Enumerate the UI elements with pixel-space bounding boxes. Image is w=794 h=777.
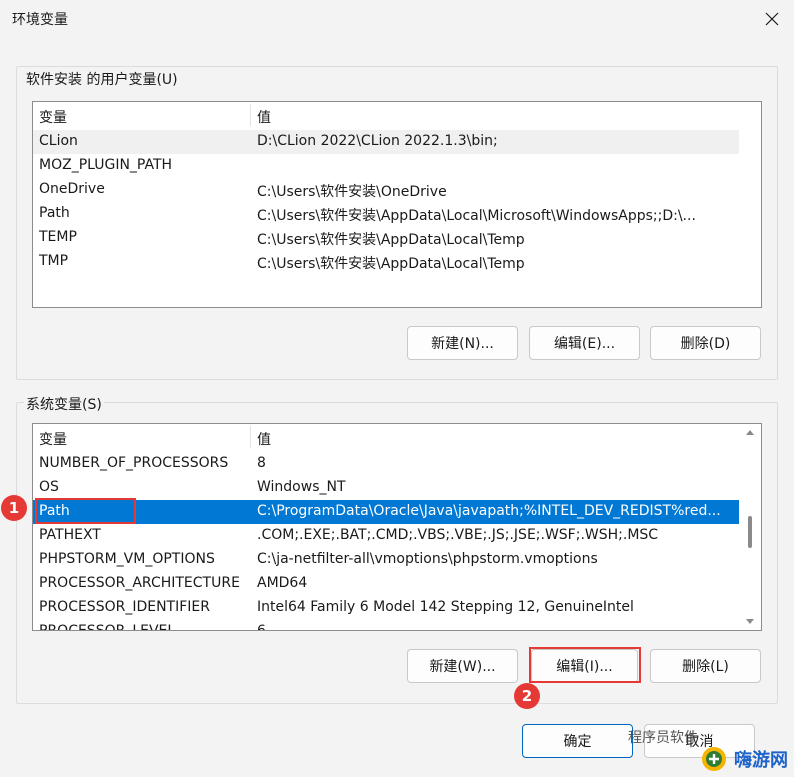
list-item[interactable]: PROCESSOR_LEVEL 6 bbox=[33, 620, 739, 631]
variable-value: C:\Users\软件安装\OneDrive bbox=[257, 184, 447, 200]
variable-name: PROCESSOR_ARCHITECTURE bbox=[39, 575, 240, 591]
user-edit-button[interactable]: 编辑(E)... bbox=[529, 326, 640, 360]
close-button[interactable] bbox=[758, 6, 786, 32]
list-item[interactable]: CLion D:\CLion 2022\CLion 2022.1.3\bin; bbox=[33, 130, 739, 154]
variable-value: D:\CLion 2022\CLion 2022.1.3\bin; bbox=[257, 133, 498, 149]
vertical-scrollbar[interactable] bbox=[746, 424, 754, 630]
variable-name: PATHEXT bbox=[39, 527, 101, 543]
system-delete-button[interactable]: 删除(L) bbox=[650, 649, 761, 683]
variable-name: TEMP bbox=[39, 229, 77, 245]
title-bar: 环境变量 bbox=[0, 0, 794, 38]
list-header: 变量 值 bbox=[33, 424, 761, 450]
list-item[interactable]: PATHEXT .COM;.EXE;.BAT;.CMD;.VBS;.VBE;.J… bbox=[33, 524, 739, 548]
scroll-down-icon[interactable] bbox=[746, 618, 754, 626]
user-new-button[interactable]: 新建(N)... bbox=[407, 326, 518, 360]
variable-value: C:\Users\软件安装\AppData\Local\Microsoft\Wi… bbox=[257, 208, 696, 224]
ok-button[interactable]: 确定 bbox=[522, 724, 633, 758]
variable-value: 6 bbox=[257, 623, 266, 631]
user-variables-list[interactable]: 变量 值 CLion D:\CLion 2022\CLion 2022.1.3\… bbox=[32, 101, 762, 308]
close-icon bbox=[765, 12, 779, 26]
variable-value: C:\Users\软件安装\AppData\Local\Temp bbox=[257, 232, 525, 248]
list-item[interactable]: TEMP C:\Users\软件安装\AppData\Local\Temp bbox=[33, 226, 739, 250]
system-variables-label: 系统变量(S) bbox=[24, 394, 104, 414]
column-header-value[interactable]: 值 bbox=[257, 429, 271, 449]
edit-highlight-box bbox=[529, 647, 641, 683]
variable-name: PHPSTORM_VM_OPTIONS bbox=[39, 551, 215, 567]
variable-value: Intel64 Family 6 Model 142 Stepping 12, … bbox=[257, 599, 634, 615]
window-title: 环境变量 bbox=[12, 12, 68, 28]
list-item[interactable]: PROCESSOR_IDENTIFIER Intel64 Family 6 Mo… bbox=[33, 596, 739, 620]
variable-name: NUMBER_OF_PROCESSORS bbox=[39, 455, 229, 471]
list-header: 变量 值 bbox=[33, 102, 761, 128]
annotation-marker-1: 1 bbox=[1, 495, 27, 521]
watermark-subtext: 程序员软件 bbox=[628, 730, 698, 746]
watermark-text: 嗨游网 bbox=[734, 750, 788, 771]
column-header-value[interactable]: 值 bbox=[257, 107, 271, 127]
annotation-marker-2: 2 bbox=[514, 683, 540, 709]
variable-name: MOZ_PLUGIN_PATH bbox=[39, 157, 173, 173]
list-item[interactable]: OS Windows_NT bbox=[33, 476, 739, 500]
variable-value: C:\ja-netfilter-all\vmoptions\phpstorm.v… bbox=[257, 551, 598, 567]
variable-name: CLion bbox=[39, 133, 78, 149]
column-separator[interactable] bbox=[250, 426, 251, 448]
user-variables-label: 软件安装 的用户变量(U) bbox=[24, 69, 180, 89]
list-item[interactable]: MOZ_PLUGIN_PATH bbox=[33, 154, 739, 178]
variable-value: C:\ProgramData\Oracle\Java\javapath;%INT… bbox=[257, 503, 721, 519]
variable-name: Path bbox=[39, 205, 70, 221]
list-item[interactable]: PHPSTORM_VM_OPTIONS C:\ja-netfilter-all\… bbox=[33, 548, 739, 572]
user-delete-button[interactable]: 删除(D) bbox=[650, 326, 761, 360]
variable-value: .COM;.EXE;.BAT;.CMD;.VBS;.VBE;.JS;.JSE;.… bbox=[257, 527, 659, 543]
variable-value: Windows_NT bbox=[257, 479, 346, 495]
list-item[interactable]: OneDrive C:\Users\软件安装\OneDrive bbox=[33, 178, 739, 202]
variable-name: TMP bbox=[39, 253, 69, 269]
watermark: 嗨游网 bbox=[700, 745, 788, 773]
variable-name: OS bbox=[39, 479, 59, 495]
list-item[interactable]: NUMBER_OF_PROCESSORS 8 bbox=[33, 452, 739, 476]
variable-value: 8 bbox=[257, 455, 266, 471]
list-item[interactable]: TMP C:\Users\软件安装\AppData\Local\Temp bbox=[33, 250, 739, 274]
variable-name: PROCESSOR_IDENTIFIER bbox=[39, 599, 210, 615]
column-header-variable[interactable]: 变量 bbox=[39, 429, 67, 449]
variable-name: PROCESSOR_LEVEL bbox=[39, 623, 176, 631]
variable-value: AMD64 bbox=[257, 575, 308, 591]
scroll-thumb[interactable] bbox=[748, 516, 752, 548]
column-header-variable[interactable]: 变量 bbox=[39, 107, 67, 127]
path-highlight-box bbox=[35, 498, 136, 524]
list-item-selected[interactable]: Path C:\ProgramData\Oracle\Java\javapath… bbox=[33, 500, 739, 524]
variable-value: C:\Users\软件安装\AppData\Local\Temp bbox=[257, 256, 525, 272]
scroll-up-icon[interactable] bbox=[746, 428, 754, 436]
list-item[interactable]: Path C:\Users\软件安装\AppData\Local\Microso… bbox=[33, 202, 739, 226]
game-controller-logo-icon bbox=[702, 747, 726, 771]
column-separator[interactable] bbox=[250, 104, 251, 126]
system-new-button[interactable]: 新建(W)... bbox=[407, 649, 518, 683]
variable-name: OneDrive bbox=[39, 181, 105, 197]
list-item[interactable]: PROCESSOR_ARCHITECTURE AMD64 bbox=[33, 572, 739, 596]
system-variables-list[interactable]: 变量 值 NUMBER_OF_PROCESSORS 8 OS Windows_N… bbox=[32, 423, 762, 631]
